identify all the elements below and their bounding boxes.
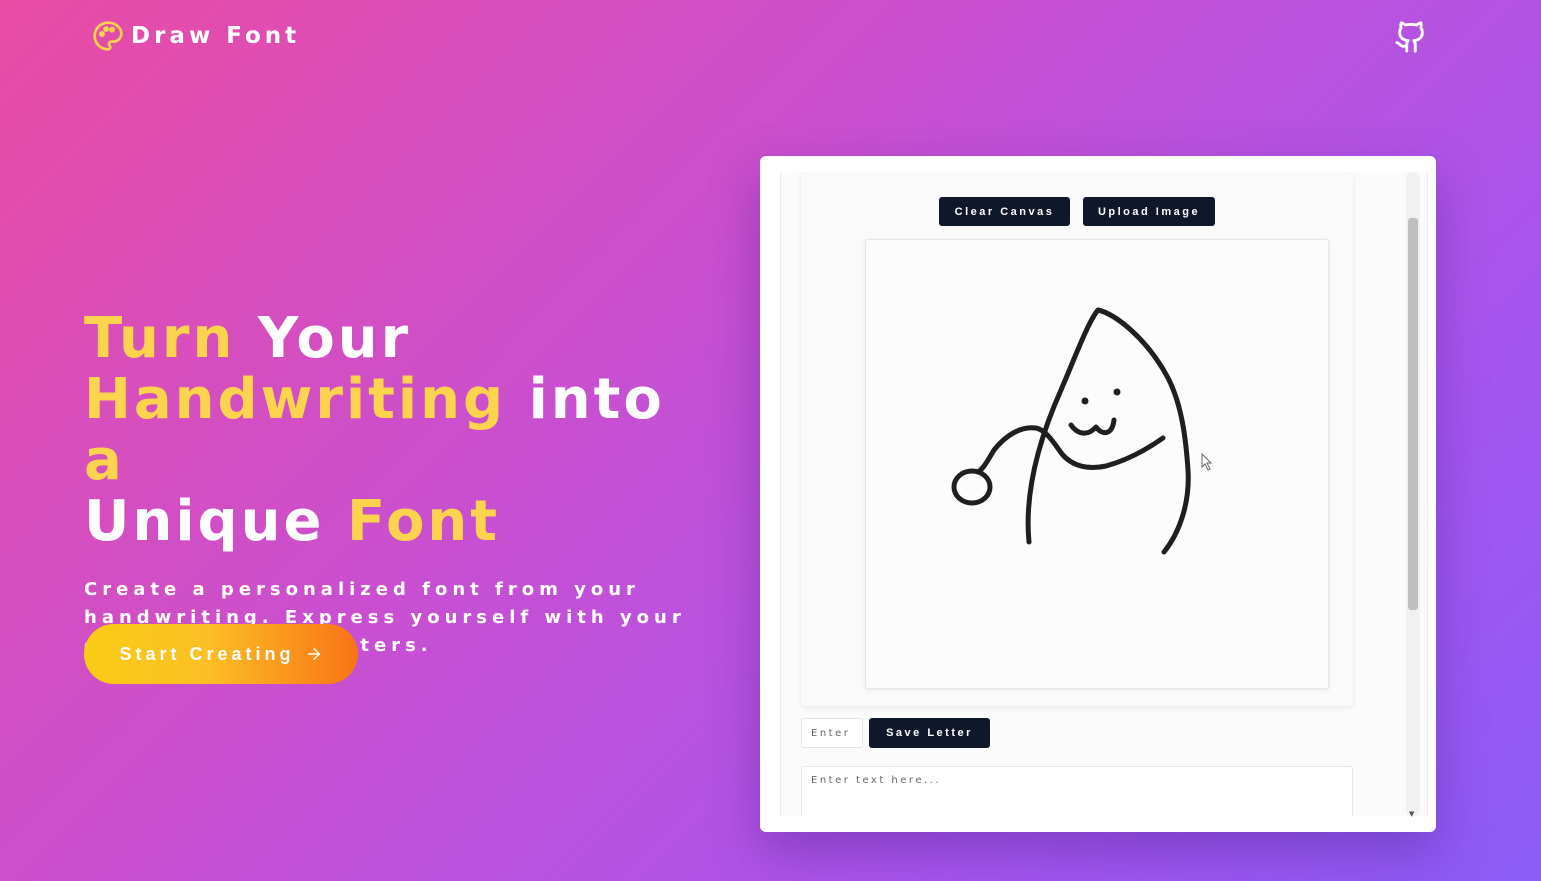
headline-word: Handwriting (84, 367, 507, 432)
editor-preview-panel: Clear Canvas Upload Image Save Letter (760, 156, 1436, 832)
hero-headline: Turn Your Handwriting into a Unique Font (84, 308, 724, 552)
scroll-down-icon[interactable]: ▼ (1409, 810, 1414, 818)
clear-canvas-button[interactable]: Clear Canvas (939, 197, 1070, 226)
text-preview-input[interactable] (801, 766, 1353, 816)
save-letter-button[interactable]: Save Letter (869, 718, 990, 748)
hero-section: Turn Your Handwriting into a Unique Font… (84, 308, 724, 684)
mouse-cursor-icon (1201, 452, 1213, 471)
handwritten-glyph (951, 307, 1213, 555)
headline-word: Your (257, 306, 412, 371)
headline-word: Unique (84, 489, 325, 554)
github-icon[interactable] (1394, 20, 1428, 54)
upload-image-button[interactable]: Upload Image (1083, 197, 1215, 226)
top-bar: Draw Font (92, 20, 300, 52)
headline-word: into (528, 367, 665, 432)
headline-word: Turn (84, 306, 236, 371)
start-creating-label: Start Creating (119, 643, 295, 664)
start-creating-button[interactable]: Start Creating (84, 624, 358, 684)
arrow-right-icon (307, 648, 320, 660)
drawing-card: Clear Canvas Upload Image (801, 172, 1353, 706)
letter-input[interactable] (801, 718, 863, 748)
editor-frame: Clear Canvas Upload Image Save Letter (780, 172, 1428, 816)
headline-word: a (84, 428, 125, 493)
palette-icon (93, 21, 123, 51)
drawing-canvas[interactable] (865, 239, 1329, 689)
scrollbar-thumb[interactable] (1408, 218, 1418, 610)
headline-word: Font (346, 489, 501, 554)
brand-name[interactable]: Draw Font (131, 23, 300, 49)
